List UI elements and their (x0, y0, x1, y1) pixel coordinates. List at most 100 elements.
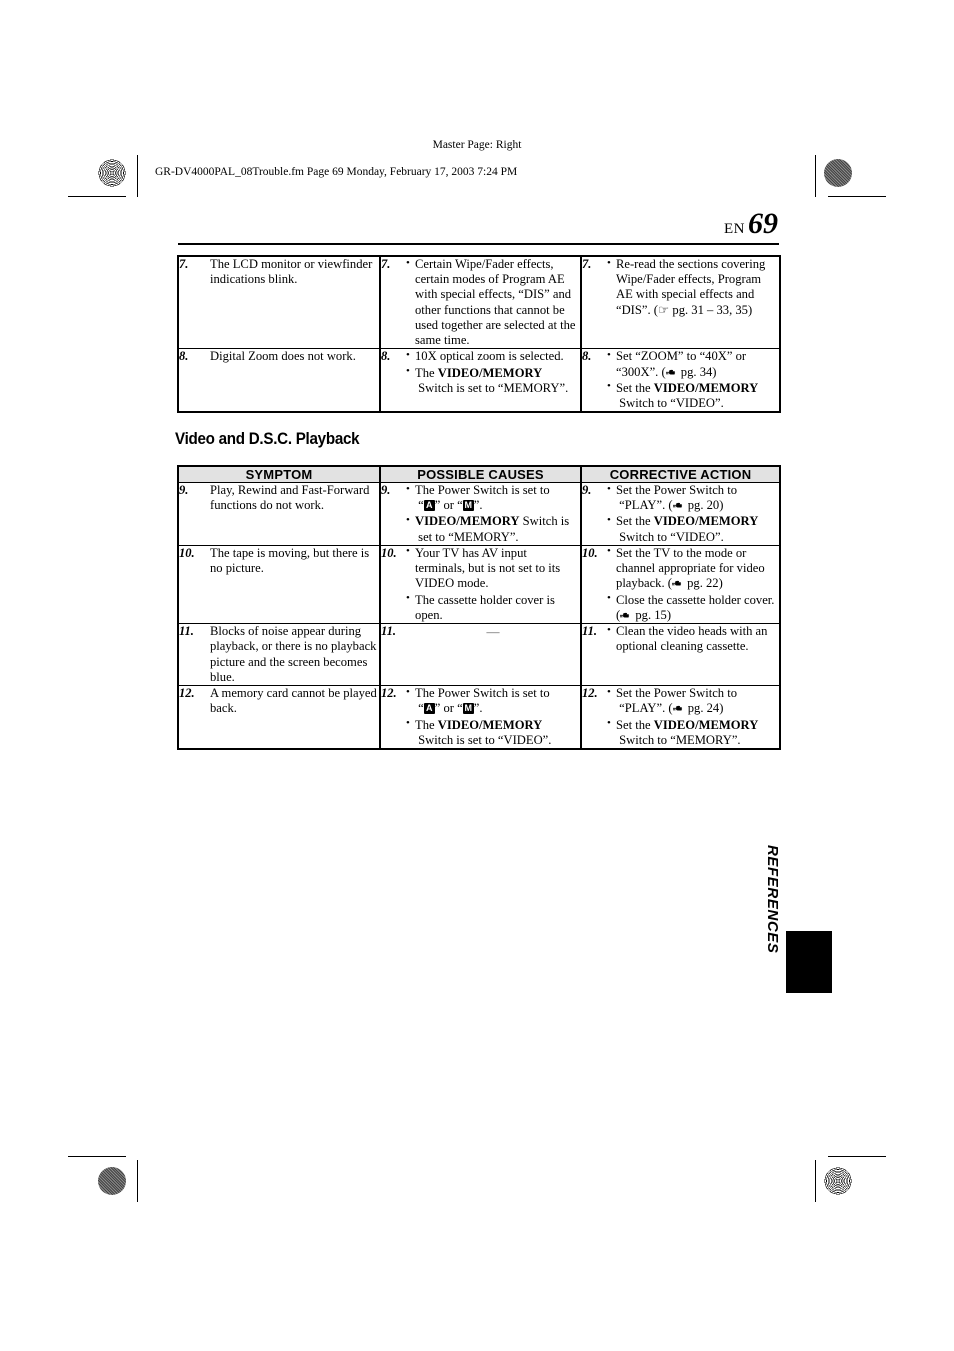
row-number-symptom: 11. (177, 623, 204, 687)
row-number-actions: 7. (580, 255, 607, 350)
bleed-line-right-bottom (815, 1160, 817, 1202)
table-row: 9. Play, Rewind and Fast-Forward functio… (177, 482, 781, 546)
document-page: Master Page: Right GR-DV4000PAL_08Troubl… (0, 0, 954, 1351)
corrective-action-cell: Clean the video heads with an optional c… (607, 623, 781, 687)
trim-line-left-upper (68, 196, 126, 198)
list-item: Clean the video heads with an optional c… (607, 624, 779, 654)
symptom-cell: Play, Rewind and Fast-Forward functions … (204, 482, 381, 546)
list-item: The cassette holder cover is open. (406, 592, 580, 623)
list-item: The VIDEO/MEMORY Switch is set to “MEMOR… (406, 365, 580, 396)
list-item: Set the VIDEO/MEMORY Switch to “MEMORY”. (607, 717, 779, 748)
corrective-action-cell: Set “ZOOM” to “40X” or “300X”. ( pg. 34)… (607, 348, 781, 413)
table-row: 10. The tape is moving, but there is no … (177, 544, 781, 625)
possible-causes-cell: Certain Wipe/Fader effects, certain mode… (406, 255, 582, 350)
table-row: 12. A memory card cannot be played back.… (177, 685, 781, 750)
video-dsc-playback-table: SYMPTOM POSSIBLE CAUSES CORRECTIVE ACTIO… (177, 465, 782, 750)
corrective-action-cell: Re-read the sections covering Wipe/Fader… (607, 255, 781, 350)
corrective-action-cell: Set the Power Switch to “PLAY”. ( pg. 24… (607, 685, 781, 750)
row-number-actions: 8. (580, 348, 607, 413)
section-title: Video and D.S.C. Playback (175, 430, 360, 448)
density-patch-top-left (98, 159, 126, 187)
mode-manual-icon: M (462, 500, 474, 512)
registration-mark-right-middle (823, 656, 853, 686)
header-rule (178, 243, 779, 246)
row-number-causes: 12. (379, 685, 407, 750)
registration-mark-right-lower (823, 1118, 853, 1148)
trim-line-left-lower (68, 1156, 126, 1158)
side-tab-label: REFERENCES (764, 845, 781, 954)
symptom-cell: Digital Zoom does not work. (204, 348, 381, 413)
list-item: 10X optical zoom is selected. (406, 349, 580, 364)
table-row: 8. Digital Zoom does not work. 8. 10X op… (177, 348, 781, 413)
registration-mark-top-right (774, 158, 804, 188)
list-item: Set the Power Switch to “PLAY”. ( pg. 20… (607, 482, 779, 513)
mode-manual-icon: M (462, 703, 474, 715)
row-number-causes: 10. (379, 544, 407, 625)
language-code: EN (724, 221, 745, 237)
registration-mark-left-lower (97, 1118, 127, 1148)
pointing-hand-icon (671, 577, 683, 586)
pointing-hand-icon (665, 366, 677, 375)
possible-causes-cell: The Power Switch is set to “A” or “M”. V… (406, 482, 582, 546)
column-header-symptom: SYMPTOM (177, 465, 381, 483)
mode-auto-icon: A (423, 500, 435, 512)
list-item: VIDEO/MEMORY Switch is set to “MEMORY”. (406, 514, 580, 544)
possible-causes-cell: — (406, 623, 582, 687)
bleed-line-left-bottom (137, 1160, 139, 1202)
corrective-action-cell: Set the TV to the mode or channel approp… (607, 544, 781, 625)
list-item: The VIDEO/MEMORY Switch is set to “VIDEO… (406, 717, 580, 748)
page-number-block: EN 69 (724, 207, 778, 241)
row-number-symptom: 12. (177, 685, 204, 750)
corrective-action-cell: Set the Power Switch to “PLAY”. ( pg. 20… (607, 482, 781, 546)
master-page-label: Master Page: Right (432, 139, 522, 151)
table-row: 7. The LCD monitor or viewfinder indicat… (177, 255, 781, 350)
registration-mark-left-upper (97, 198, 127, 228)
side-tab-marker (786, 931, 832, 993)
row-number-symptom: 9. (177, 482, 204, 546)
symptom-cell: The LCD monitor or viewfinder indication… (204, 255, 381, 350)
density-patch-top-right (824, 159, 852, 187)
symptom-cell: A memory card cannot be played back. (204, 685, 381, 750)
list-item: Your TV has AV input terminals, but is n… (406, 545, 580, 592)
file-timestamp-label: GR-DV4000PAL_08Trouble.fm Page 69 Monday… (155, 166, 518, 178)
row-number-causes: 7. (379, 255, 406, 350)
row-number-symptom: 10. (177, 544, 204, 625)
list-item: The Power Switch is set to “A” or “M”. (406, 686, 580, 716)
list-item: Certain Wipe/Fader effects, certain mode… (406, 256, 580, 348)
list-item: Re-read the sections covering Wipe/Fader… (607, 257, 779, 318)
column-header-possible-causes: POSSIBLE CAUSES (379, 465, 582, 483)
table-header-row: SYMPTOM POSSIBLE CAUSES CORRECTIVE ACTIO… (177, 465, 781, 483)
density-patch-bottom-right (824, 1167, 852, 1195)
symptom-cell: Blocks of noise appear during playback, … (204, 623, 381, 687)
column-header-corrective-action: CORRECTIVE ACTION (580, 465, 781, 483)
pointing-hand-icon (620, 609, 631, 618)
list-item: Set the VIDEO/MEMORY Switch to “VIDEO”. (607, 380, 779, 411)
registration-mark-right-upper (823, 198, 853, 228)
mode-auto-icon: A (423, 703, 435, 715)
row-number-causes: 11. (379, 623, 407, 687)
row-number-symptom: 8. (177, 348, 204, 413)
list-item: Set “ZOOM” to “40X” or “300X”. ( pg. 34) (607, 349, 779, 379)
trim-line-right-lower (828, 1156, 886, 1158)
registration-mark-bottom-right (774, 1166, 804, 1196)
symptom-cell: The tape is moving, but there is no pict… (204, 544, 381, 625)
table-row: 11. Blocks of noise appear during playba… (177, 623, 781, 687)
trim-line-right-upper (828, 196, 886, 198)
bleed-line-right (815, 155, 817, 197)
list-item: Close the cassette holder cover. ( pg. 1… (607, 592, 779, 623)
density-patch-bottom-left (98, 1167, 126, 1195)
troubleshooting-table-continued: 7. The LCD monitor or viewfinder indicat… (177, 255, 781, 414)
row-number-causes: 8. (379, 348, 406, 413)
pointing-hand-icon (672, 702, 684, 711)
row-number-symptom: 7. (177, 255, 204, 350)
possible-causes-cell: The Power Switch is set to “A” or “M”. T… (406, 685, 582, 750)
list-item: Set the TV to the mode or channel approp… (607, 545, 779, 592)
row-number-actions: 11. (580, 623, 608, 687)
possible-causes-cell: 10X optical zoom is selected. The VIDEO/… (406, 348, 582, 413)
list-item: Set the VIDEO/MEMORY Switch to “VIDEO”. (607, 514, 779, 544)
list-item: Set the Power Switch to “PLAY”. ( pg. 24… (607, 686, 779, 716)
registration-mark-bottom-center (459, 1166, 489, 1196)
registration-mark-bottom-left (146, 1166, 176, 1196)
registration-mark-left-middle (97, 656, 127, 686)
pointing-hand-icon (672, 499, 684, 508)
